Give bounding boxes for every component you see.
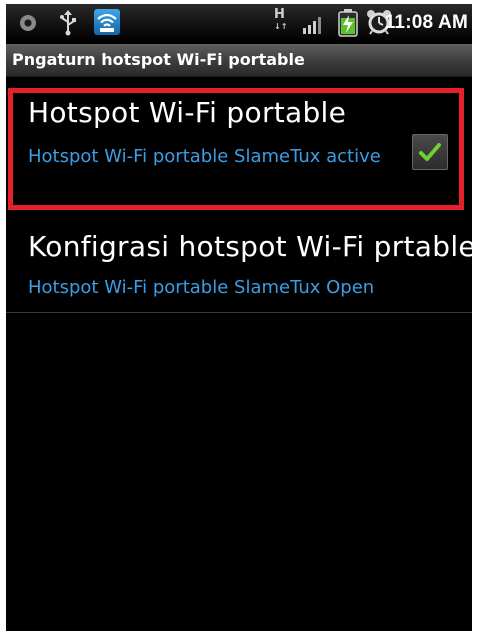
status-bar: H ↓↑ 11:08 AM	[6, 4, 472, 42]
network-type-label: H	[274, 7, 285, 22]
usb-icon	[58, 10, 78, 36]
data-arrows-icon: ↓↑	[274, 22, 288, 31]
battery-charging-icon	[338, 9, 358, 37]
configure-hotspot-summary: Hotspot Wi-Fi portable SlameTux Open	[28, 277, 375, 298]
notification-dot-icon	[20, 15, 36, 31]
screen: H ↓↑ 11:08 AM Pngaturn hotspot Wi-Fi por…	[6, 4, 472, 631]
list-divider	[6, 312, 472, 313]
status-clock: 11:08 AM	[384, 12, 468, 33]
checkmark-icon	[419, 143, 441, 161]
configure-hotspot-title: Konfigrasi hotspot Wi-Fi prtable	[28, 230, 472, 263]
configure-hotspot-item[interactable]: Konfigrasi hotspot Wi-Fi prtable Hotspot…	[6, 222, 472, 310]
wifi-hotspot-icon	[94, 9, 120, 35]
hotspot-toggle-summary: Hotspot Wi-Fi portable SlameTux active	[28, 146, 381, 167]
hotspot-toggle-title: Hotspot Wi-Fi portable	[28, 96, 347, 129]
title-bar: Pngaturn hotspot Wi-Fi portable	[6, 44, 472, 77]
page-title: Pngaturn hotspot Wi-Fi portable	[12, 50, 305, 69]
signal-icon	[302, 14, 324, 34]
hotspot-checkbox[interactable]	[412, 134, 448, 170]
hspa-icon: H ↓↑	[274, 8, 292, 36]
hotspot-toggle-item[interactable]: Hotspot Wi-Fi portable Hotspot Wi-Fi por…	[6, 86, 472, 216]
